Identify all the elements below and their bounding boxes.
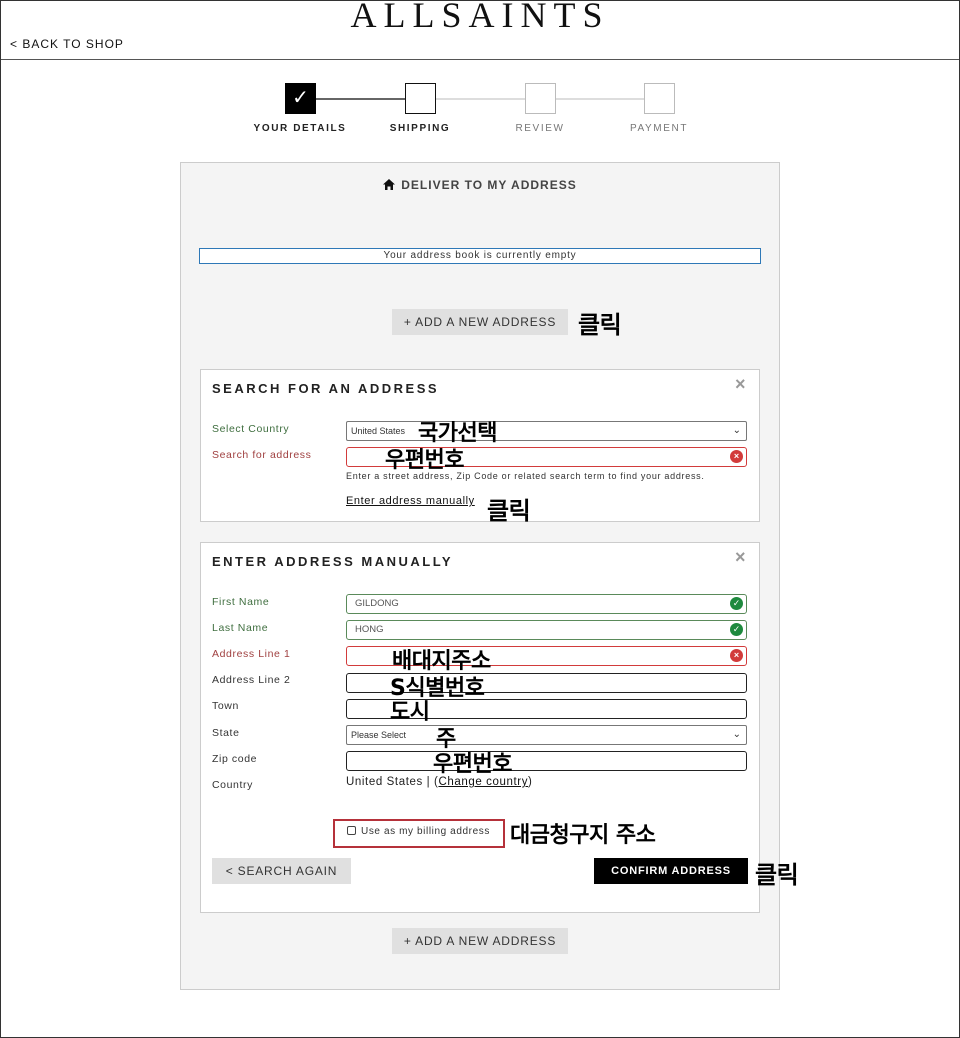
step-connector-3 (556, 98, 646, 100)
chevron-down-icon: ⌄ (732, 425, 741, 436)
billing-address-label: Use as my billing address (361, 826, 490, 837)
country-close-paren: ) (528, 776, 533, 788)
search-hint: Enter a street address, Zip Code or rela… (346, 471, 705, 481)
state-label: State (212, 727, 240, 739)
first-name-label: First Name (212, 596, 270, 608)
enter-address-manually-link[interactable]: Enter address manually (346, 495, 475, 507)
last-name-label: Last Name (212, 622, 269, 634)
zip-input[interactable] (346, 751, 747, 771)
annotation-click-add: 클릭 (578, 311, 622, 339)
step-payment-box (644, 83, 675, 114)
confirm-address-button[interactable]: CONFIRM ADDRESS (594, 858, 748, 884)
last-name-value: HONG (355, 624, 384, 635)
state-select[interactable]: Please Select ⌄ (346, 725, 747, 745)
step-shipping-box (405, 83, 436, 114)
annotation-zip: 우편번호 (433, 752, 512, 777)
search-address-label: Search for address (212, 449, 312, 461)
country-select-value: United States (351, 426, 406, 436)
error-icon: × (730, 450, 743, 463)
add-new-address-button-bottom[interactable]: + ADD A NEW ADDRESS (392, 928, 568, 954)
annotation-click-confirm: 클릭 (755, 861, 799, 889)
step-connector-1 (316, 98, 406, 100)
step-review-box (525, 83, 556, 114)
brand-logo[interactable]: ALLSAINTS (0, 0, 960, 36)
annotation-town: 도시 (390, 700, 430, 725)
change-country-link[interactable]: Change country (438, 776, 528, 788)
checkbox[interactable] (347, 826, 356, 835)
country-value: United States | (Change country) (346, 776, 532, 788)
step-label-payment: PAYMENT (629, 123, 689, 134)
address-book-notice: Your address book is currently empty (199, 248, 761, 264)
annotation-billing: 대금청구지 주소 (510, 823, 656, 848)
zip-label: Zip code (212, 753, 258, 765)
billing-address-checkbox[interactable]: Use as my billing address (333, 819, 505, 848)
deliver-title: DELIVER TO MY ADDRESS (401, 178, 577, 192)
address-line1-label: Address Line 1 (212, 648, 291, 660)
back-to-shop-link[interactable]: < BACK TO SHOP (10, 37, 124, 51)
address-line2-label: Address Line 2 (212, 674, 291, 686)
step-your-details-check-icon[interactable]: ✓ (285, 83, 316, 114)
state-select-value: Please Select (351, 730, 407, 740)
step-label-shipping: SHIPPING (389, 123, 451, 134)
town-label: Town (212, 700, 239, 712)
check-icon: ✓ (730, 623, 743, 636)
annotation-click-manual: 클릭 (487, 497, 531, 525)
header-divider (1, 59, 959, 60)
step-label-review: REVIEW (515, 123, 565, 134)
error-icon: × (730, 649, 743, 662)
check-icon: ✓ (730, 597, 743, 610)
country-separator: | ( (422, 776, 439, 788)
deliver-heading: DELIVER TO MY ADDRESS (180, 178, 780, 192)
home-icon (383, 179, 396, 190)
first-name-input[interactable]: GILDONG ✓ (346, 594, 747, 614)
last-name-input[interactable]: HONG ✓ (346, 620, 747, 640)
search-card-title: SEARCH FOR AN ADDRESS (212, 381, 440, 396)
manual-card-title: ENTER ADDRESS MANUALLY (212, 554, 454, 569)
first-name-value: GILDONG (355, 598, 399, 609)
chevron-down-icon: ⌄ (732, 729, 741, 740)
country-select[interactable]: United States ⌄ (346, 421, 747, 441)
manual-card-close-icon[interactable]: × (735, 547, 746, 568)
step-connector-2 (436, 98, 526, 100)
country-value-text: United States (346, 776, 423, 788)
add-new-address-button[interactable]: + ADD A NEW ADDRESS (392, 309, 568, 335)
step-label-your-details[interactable]: YOUR DETAILS (240, 123, 360, 134)
search-again-button[interactable]: < SEARCH AGAIN (212, 858, 351, 884)
country-label: Country (212, 779, 253, 791)
select-country-label: Select Country (212, 423, 290, 435)
search-card-close-icon[interactable]: × (735, 374, 746, 395)
annotation-postcode-search: 우편번호 (385, 448, 464, 473)
